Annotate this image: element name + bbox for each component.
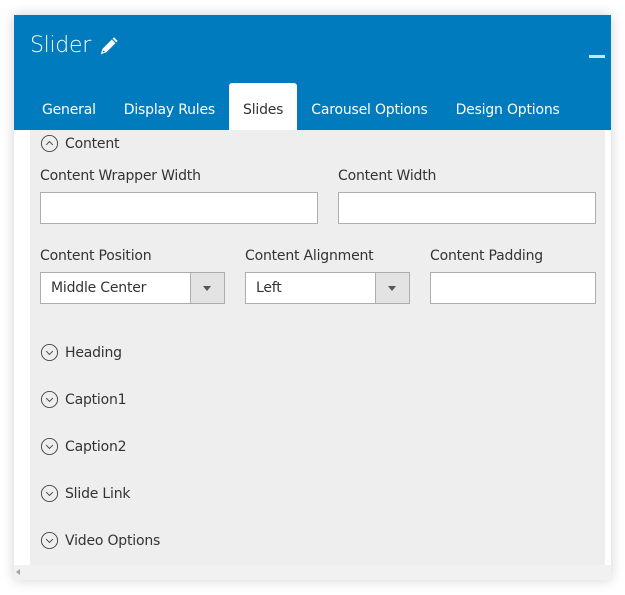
horizontal-scrollbar[interactable] bbox=[14, 565, 611, 580]
slides-content-area: Content Content Wrapper Width Content Wi… bbox=[30, 130, 605, 565]
section-content-title: Content bbox=[65, 135, 120, 152]
content-position-label: Content Position bbox=[40, 248, 152, 264]
content-alignment-label: Content Alignment bbox=[245, 248, 374, 264]
dropdown-arrow-icon[interactable] bbox=[375, 273, 409, 303]
panel-header: Slider General Display Rules Slides Caro… bbox=[14, 15, 611, 130]
minimize-icon[interactable] bbox=[589, 55, 605, 58]
chevron-down-circle-icon bbox=[40, 531, 59, 550]
content-width-label: Content Width bbox=[338, 168, 437, 184]
chevron-down-circle-icon bbox=[40, 484, 59, 503]
section-slide-link-title: Slide Link bbox=[65, 485, 131, 502]
section-video-options-toggle[interactable]: Video Options bbox=[40, 531, 160, 550]
tab-display-rules[interactable]: Display Rules bbox=[110, 83, 229, 130]
content-position-select[interactable]: Middle Center bbox=[40, 272, 225, 304]
section-heading-toggle[interactable]: Heading bbox=[40, 343, 122, 362]
tab-carousel-options[interactable]: Carousel Options bbox=[297, 83, 441, 130]
panel-title: Slider bbox=[30, 33, 120, 58]
section-slide-link-toggle[interactable]: Slide Link bbox=[40, 484, 130, 503]
tab-general[interactable]: General bbox=[28, 83, 110, 130]
section-caption2-title: Caption2 bbox=[65, 438, 127, 455]
scroll-left-arrow-icon[interactable] bbox=[16, 569, 20, 575]
content-padding-label: Content Padding bbox=[430, 248, 543, 264]
content-position-value: Middle Center bbox=[51, 280, 147, 296]
content-alignment-select[interactable]: Left bbox=[245, 272, 410, 304]
pencil-icon[interactable] bbox=[98, 35, 120, 57]
panel-title-text: Slider bbox=[30, 33, 91, 58]
content-alignment-value: Left bbox=[256, 280, 282, 296]
section-content-toggle[interactable]: Content bbox=[40, 134, 119, 153]
chevron-down-circle-icon bbox=[40, 437, 59, 456]
section-caption2-toggle[interactable]: Caption2 bbox=[40, 437, 127, 456]
tab-slides[interactable]: Slides bbox=[229, 83, 298, 130]
content-width-input[interactable] bbox=[338, 192, 596, 224]
section-video-options-title: Video Options bbox=[65, 532, 161, 549]
content-padding-input[interactable] bbox=[430, 272, 596, 304]
tab-bar: General Display Rules Slides Carousel Op… bbox=[28, 83, 574, 130]
content-wrapper-width-label: Content Wrapper Width bbox=[40, 168, 201, 184]
tab-design-options[interactable]: Design Options bbox=[442, 83, 574, 130]
dropdown-arrow-icon[interactable] bbox=[190, 273, 224, 303]
chevron-down-circle-icon bbox=[40, 343, 59, 362]
section-heading-title: Heading bbox=[65, 344, 122, 361]
section-caption1-toggle[interactable]: Caption1 bbox=[40, 390, 127, 409]
content-wrapper-width-input[interactable] bbox=[40, 192, 318, 224]
section-caption1-title: Caption1 bbox=[65, 391, 127, 408]
slider-settings-panel: Slider General Display Rules Slides Caro… bbox=[14, 15, 611, 580]
chevron-up-circle-icon bbox=[40, 134, 59, 153]
chevron-down-circle-icon bbox=[40, 390, 59, 409]
